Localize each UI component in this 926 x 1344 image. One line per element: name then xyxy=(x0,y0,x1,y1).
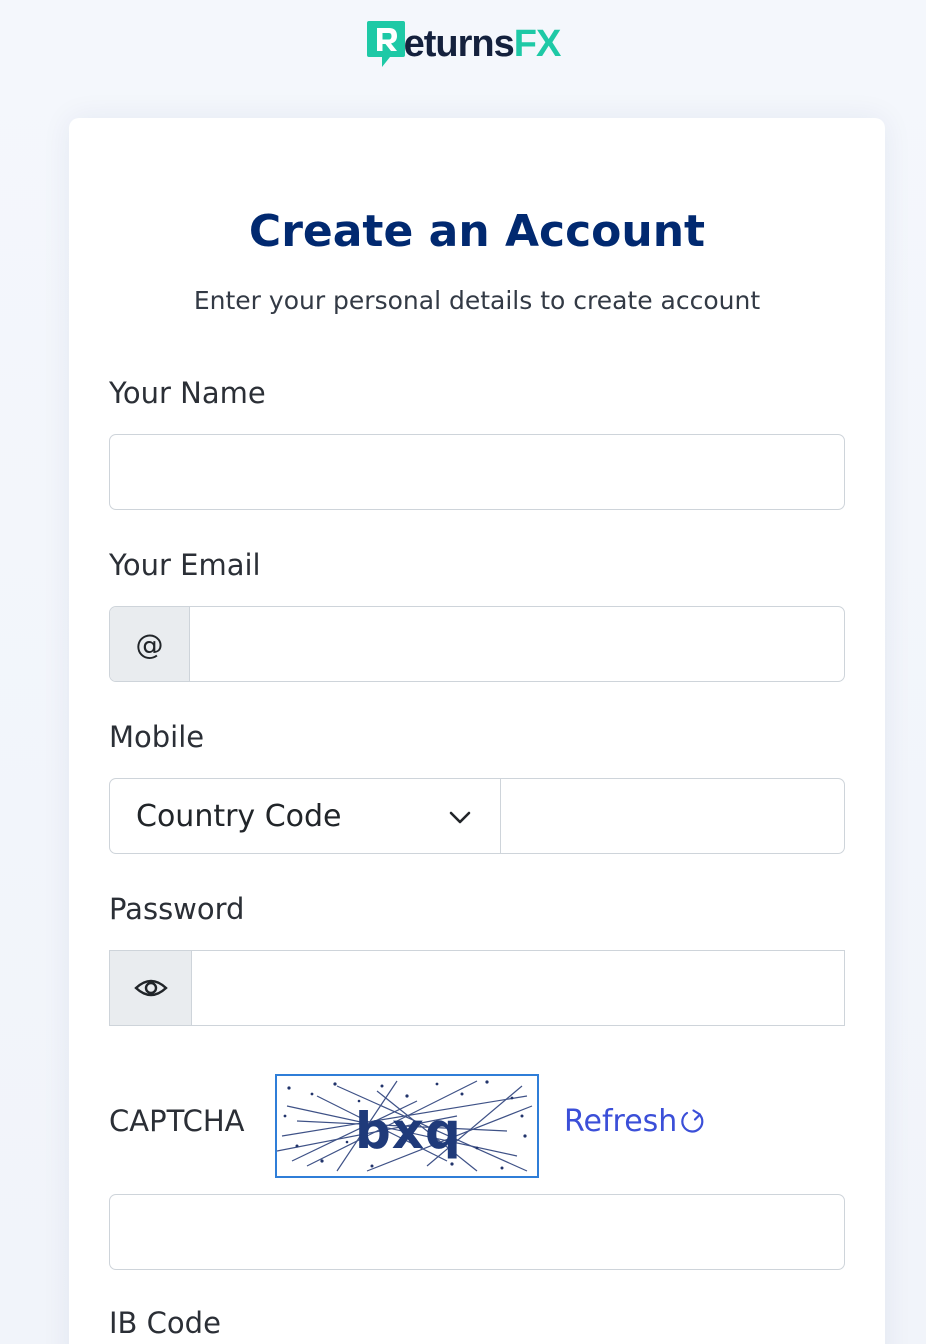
email-field-group: @ xyxy=(109,606,845,682)
password-field-group xyxy=(109,950,845,1026)
country-code-selected: Country Code xyxy=(136,798,342,834)
eye-icon xyxy=(133,979,168,997)
brand-name-accent: FX xyxy=(513,23,562,65)
name-label: Your Name xyxy=(109,376,266,410)
captcha-image: bxq xyxy=(275,1074,539,1178)
mobile-field-group: Country Code xyxy=(109,778,845,854)
email-input[interactable] xyxy=(190,607,844,681)
at-sign-addon: @ xyxy=(110,607,190,681)
captcha-row: CAPTCHA bxq Refresh xyxy=(109,1074,845,1178)
toggle-password-visibility[interactable] xyxy=(110,951,192,1025)
captcha-text: bxq xyxy=(355,1102,462,1160)
page: eturnsFX Create an Account Enter your pe… xyxy=(0,0,926,1344)
country-code-select[interactable]: Country Code xyxy=(109,778,501,854)
brand-name: eturnsFX xyxy=(403,23,562,65)
signup-card: Create an Account Enter your personal de… xyxy=(69,118,885,1344)
captcha-label: CAPTCHA xyxy=(109,1104,245,1138)
mobile-label: Mobile xyxy=(109,720,205,754)
refresh-icon xyxy=(681,1108,704,1133)
brand-header: eturnsFX xyxy=(0,16,926,72)
returnsfx-logo-icon xyxy=(366,21,405,67)
refresh-captcha-link[interactable]: Refresh xyxy=(564,1104,707,1139)
brand-logo[interactable]: eturnsFX xyxy=(366,19,561,69)
refresh-label: Refresh xyxy=(564,1104,678,1139)
captcha-input[interactable] xyxy=(109,1194,845,1270)
brand-name-main: eturns xyxy=(403,23,515,65)
chevron-down-icon xyxy=(449,811,471,824)
captcha-noise: bxq xyxy=(277,1080,533,1172)
ib-code-label: IB Code xyxy=(109,1306,221,1340)
email-label: Your Email xyxy=(109,548,261,582)
page-subtitle: Enter your personal details to create ac… xyxy=(193,286,761,315)
password-input[interactable] xyxy=(192,951,844,1025)
password-label: Password xyxy=(109,892,245,926)
phone-input[interactable] xyxy=(501,778,845,854)
name-input[interactable] xyxy=(109,434,845,510)
page-title: Create an Account xyxy=(248,206,706,257)
